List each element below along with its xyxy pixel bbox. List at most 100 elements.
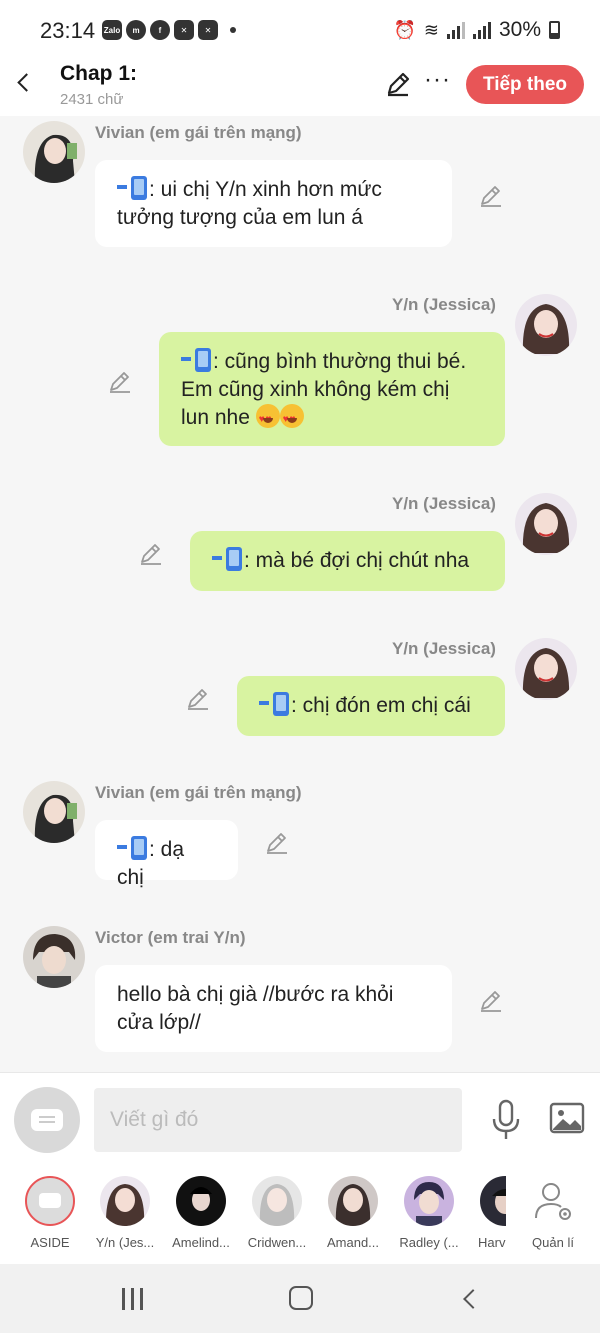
sender-name: Victor (em trai Y/n): [95, 928, 246, 947]
character-name: Amelind...: [172, 1235, 230, 1250]
image-icon[interactable]: [549, 1102, 585, 1134]
character-name: Harv: [478, 1235, 506, 1250]
microphone-icon[interactable]: [490, 1099, 522, 1141]
character-amelind[interactable]: Amelind...: [168, 1176, 234, 1250]
message-bubble[interactable]: : chị đón em chị cái: [237, 676, 505, 736]
message-bubble[interactable]: : dạ chị: [95, 820, 238, 889]
phone-icon: [117, 836, 147, 860]
character-name: Amand...: [326, 1235, 380, 1250]
avatar: [328, 1176, 378, 1226]
user-settings-icon: [535, 1183, 571, 1220]
phone-icon: [181, 348, 211, 372]
avatar-victor[interactable]: [23, 926, 85, 988]
facebook-icon: f: [150, 20, 170, 40]
avatar-vivian[interactable]: [23, 121, 85, 183]
phone-icon: [212, 547, 242, 571]
character-harv[interactable]: Harv: [472, 1176, 506, 1250]
signal-icon: [446, 21, 465, 39]
status-time: 23:14: [40, 18, 96, 43]
more-notifications-dot: [230, 27, 236, 33]
aside-toggle-button[interactable]: [14, 1087, 80, 1153]
character-aside[interactable]: ASIDE: [17, 1176, 83, 1250]
edit-message-icon[interactable]: [108, 370, 132, 394]
aside-icon: [25, 1176, 75, 1226]
message-composer: [0, 1072, 600, 1168]
message-text: lun nhe: [181, 406, 250, 429]
message-text: : ui chị Y/n xinh hơn mức: [149, 178, 382, 201]
character-name: Radley (...: [399, 1235, 459, 1250]
message-text: cửa lớp//: [117, 1011, 201, 1034]
capcut-icon: ✕: [198, 20, 218, 40]
chapter-header: Chap 1: 2431 chữ ··· Tiếp theo: [0, 60, 600, 116]
chapter-title: Chap 1:: [60, 62, 138, 85]
edit-message-icon[interactable]: [186, 687, 210, 711]
character-name: Y/n (Jes...: [95, 1235, 155, 1250]
messenger-icon: m: [126, 20, 146, 40]
message-text: : chị đón em chị cái: [291, 694, 471, 717]
character-cridwen[interactable]: Cridwen...: [244, 1176, 310, 1250]
home-button[interactable]: [289, 1286, 313, 1310]
sender-name: Y/n (Jessica): [392, 295, 496, 314]
message-text: hello bà chị già //bước ra khỏi: [117, 983, 394, 1006]
character-amand[interactable]: Amand...: [320, 1176, 386, 1250]
more-options-button[interactable]: ···: [424, 68, 450, 98]
edit-message-icon[interactable]: [265, 831, 289, 855]
sender-name: Y/n (Jessica): [392, 639, 496, 658]
message-bubble[interactable]: : cũng bình thường thui bé. Em cũng xinh…: [159, 332, 505, 446]
character-bar: ASIDE Y/n (Jes... Amelind... Cridwen... …: [0, 1168, 600, 1264]
back-button[interactable]: [10, 68, 38, 98]
system-back-button[interactable]: [458, 1286, 482, 1312]
character-name: Cridwen...: [247, 1235, 307, 1250]
recent-apps-button[interactable]: [120, 1288, 146, 1310]
heart-eyes-emoji: [279, 404, 304, 434]
edit-message-icon[interactable]: [139, 542, 163, 566]
signal-icon: [472, 21, 491, 39]
aside-card-icon: [31, 1109, 63, 1131]
character-name: ASIDE: [30, 1235, 70, 1250]
character-name: Quản lí: [532, 1235, 574, 1250]
avatar-yn-jessica[interactable]: [515, 493, 577, 555]
battery-icon: [549, 21, 560, 39]
wifi-icon: ≋: [423, 19, 439, 40]
message-bubble[interactable]: : mà bé đợi chị chút nha: [190, 531, 505, 591]
avatar: [480, 1176, 506, 1226]
zalo-icon: Zalo: [102, 20, 122, 40]
sender-name: Vivian (em gái trên mạng): [95, 783, 302, 802]
android-nav-bar: [0, 1264, 600, 1333]
status-bar: 23:14 Zalo m f ✕ ✕ ⏰ ≋ 30%: [0, 0, 600, 60]
phone-icon: [117, 176, 147, 200]
battery-level: 30%: [498, 18, 541, 41]
avatar-yn-jessica[interactable]: [515, 638, 577, 700]
phone-icon: [259, 692, 289, 716]
message-text: : mà bé đợi chị chút nha: [244, 549, 470, 572]
message-input[interactable]: [94, 1088, 462, 1152]
character-yn-jessica[interactable]: Y/n (Jes...: [92, 1176, 158, 1250]
system-icons: ⏰ ≋ 30%: [393, 18, 560, 42]
message-text: : cũng bình thường thui bé.: [213, 350, 467, 373]
message-bubble[interactable]: : ui chị Y/n xinh hơn mức tưởng tượng củ…: [95, 160, 452, 247]
next-chapter-button[interactable]: Tiếp theo: [466, 65, 584, 104]
avatar: [100, 1176, 150, 1226]
message-text: Em cũng xinh không kém chị: [181, 378, 450, 401]
capcut-icon: ✕: [174, 20, 194, 40]
character-radley[interactable]: Radley (...: [396, 1176, 462, 1250]
edit-chapter-button[interactable]: [384, 70, 412, 98]
pencil-icon: [387, 72, 410, 97]
message-text: tưởng tượng của em lun á: [117, 206, 363, 229]
avatar-yn-jessica[interactable]: [515, 294, 577, 356]
avatar: [176, 1176, 226, 1226]
chat-area[interactable]: Vivian (em gái trên mạng) : ui chị Y/n x…: [0, 116, 600, 1072]
alarm-icon: ⏰: [393, 19, 416, 40]
avatar: [252, 1176, 302, 1226]
edit-message-icon[interactable]: [479, 989, 503, 1013]
heart-eyes-emoji: [255, 404, 280, 434]
message-bubble[interactable]: hello bà chị già //bước ra khỏi cửa lớp/…: [95, 965, 452, 1052]
sender-name: Vivian (em gái trên mạng): [95, 123, 302, 142]
avatar-vivian[interactable]: [23, 781, 85, 843]
manage-characters-button[interactable]: Quản lí: [520, 1176, 586, 1250]
word-count: 2431 chữ: [60, 91, 124, 108]
sender-name: Y/n (Jessica): [392, 494, 496, 513]
notification-icons: Zalo m f ✕ ✕: [102, 20, 236, 40]
avatar: [404, 1176, 454, 1226]
edit-message-icon[interactable]: [479, 184, 503, 208]
